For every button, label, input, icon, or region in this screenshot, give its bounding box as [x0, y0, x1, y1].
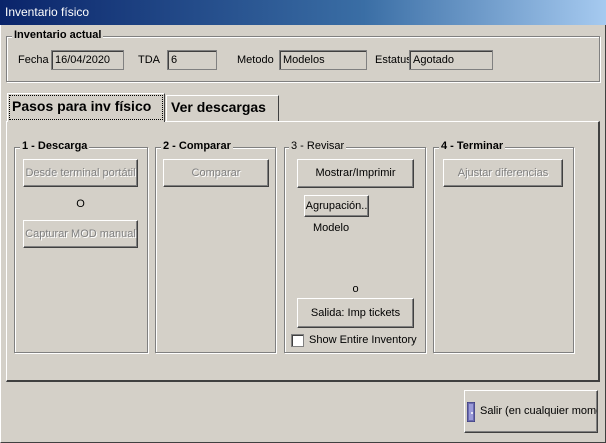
- tab-pasos-label: Pasos para inv físico: [12, 98, 152, 114]
- title-bar: Inventario físico: [0, 0, 606, 25]
- exit-button[interactable]: Salir (en cualquier momento): [464, 390, 598, 433]
- tda-field: 6: [167, 50, 217, 70]
- grouping-value: Modelo: [313, 222, 350, 234]
- window-title: Inventario físico: [5, 5, 90, 19]
- metodo-label: Metodo: [237, 54, 274, 66]
- adjust-differences-button[interactable]: Ajustar diferencias: [443, 159, 563, 187]
- step-comparar-title: 2 - Comparar: [161, 140, 233, 152]
- step-descarga-title: 1 - Descarga: [20, 140, 90, 152]
- or-text-descarga: O: [76, 198, 85, 210]
- estatus-field: Agotado: [409, 50, 493, 70]
- exit-button-label: Salir (en cualquier momento): [480, 405, 597, 417]
- or-text-revisar: o: [352, 283, 359, 295]
- tab-ver-descargas[interactable]: Ver descargas: [166, 95, 279, 121]
- manual-capture-button[interactable]: Capturar MOD manual: [23, 220, 138, 248]
- fecha-label: Fecha: [18, 54, 49, 66]
- tab-ver-descargas-label: Ver descargas: [171, 99, 266, 115]
- show-print-button[interactable]: Mostrar/Imprimir: [297, 159, 414, 188]
- current-inventory-title: Inventario actual: [12, 29, 104, 41]
- step-terminar-title: 4 - Terminar: [439, 140, 506, 152]
- estatus-label: Estatus: [375, 54, 412, 66]
- fecha-field: 16/04/2020: [51, 50, 124, 70]
- terminal-download-button[interactable]: Desde terminal portátil: [23, 159, 138, 187]
- ticket-output-button[interactable]: Salida: Imp tickets: [297, 298, 414, 328]
- door-exit-icon: [466, 401, 476, 423]
- compare-button[interactable]: Comparar: [163, 159, 269, 187]
- step-revisar-title: 3 - Revisar: [289, 140, 347, 152]
- tab-pasos[interactable]: Pasos para inv físico: [7, 93, 165, 122]
- grouping-button[interactable]: Agrupación..: [304, 195, 369, 217]
- show-entire-inventory-checkbox[interactable]: [291, 334, 304, 347]
- metodo-field: Modelos: [279, 50, 367, 70]
- tda-label: TDA: [138, 54, 160, 66]
- show-entire-inventory-label[interactable]: Show Entire Inventory: [309, 333, 417, 347]
